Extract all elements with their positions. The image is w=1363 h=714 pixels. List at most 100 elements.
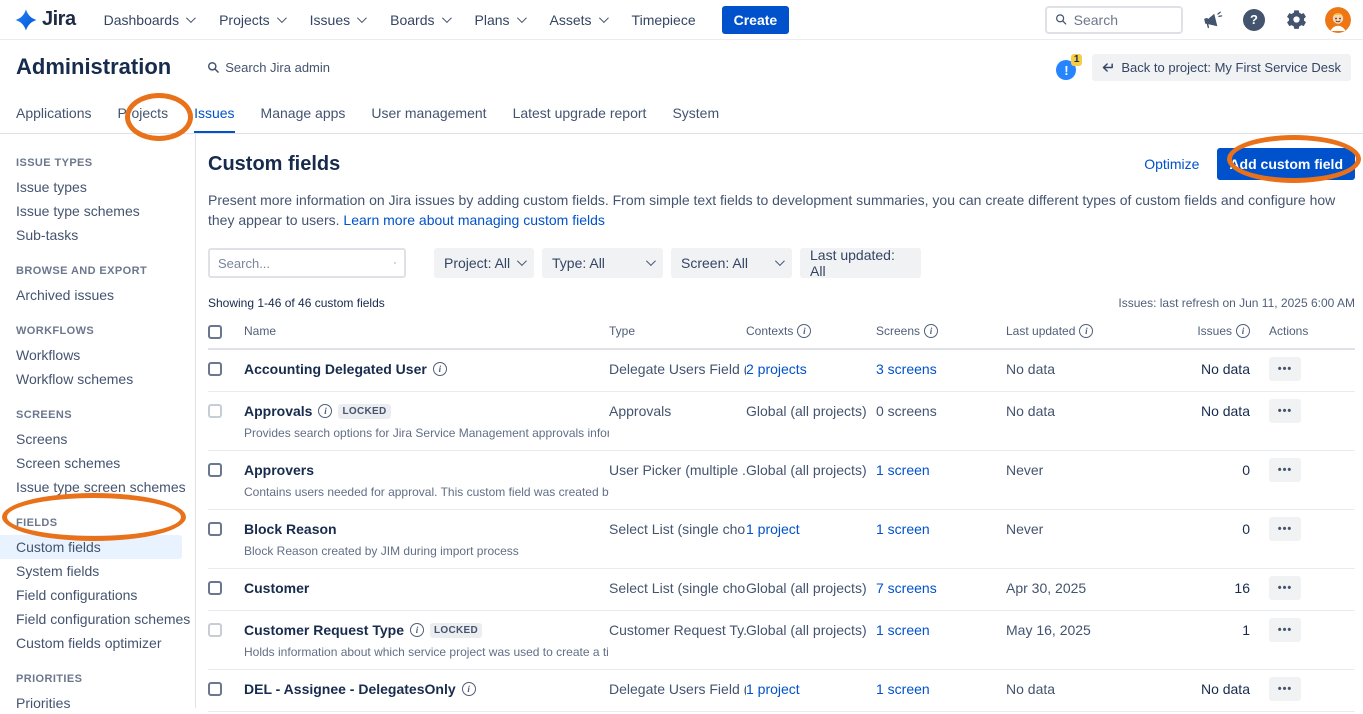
chevron-down-icon — [775, 256, 785, 266]
row-actions-button[interactable]: ••• — [1269, 399, 1301, 423]
filter-dropdown-type[interactable]: Type: All — [542, 248, 663, 278]
row-actions-button[interactable]: ••• — [1269, 618, 1301, 642]
sidebar-item-screens[interactable]: Screens — [0, 427, 195, 451]
topnav-item-dashboards[interactable]: Dashboards — [104, 12, 194, 28]
tab-issues[interactable]: Issues — [194, 105, 234, 133]
table-search[interactable] — [208, 248, 406, 278]
tab-manage-apps[interactable]: Manage apps — [261, 105, 346, 133]
info-icon[interactable]: i — [410, 623, 424, 637]
tab-latest-upgrade-report[interactable]: Latest upgrade report — [513, 105, 647, 133]
row-name-line: Customer Request TypeiLOCKED — [244, 622, 609, 638]
topnav-item-assets[interactable]: Assets — [550, 12, 606, 28]
topnav-item-projects[interactable]: Projects — [219, 12, 284, 28]
info-icon[interactable]: i — [462, 682, 476, 696]
optimize-link[interactable]: Optimize — [1144, 156, 1199, 172]
row-screens-cell[interactable]: 1 screen — [876, 462, 1006, 478]
column-header-last-updated[interactable]: Last updated — [1006, 324, 1075, 338]
sidebar-item-archived-issues[interactable]: Archived issues — [0, 283, 195, 307]
row-actions-button[interactable]: ••• — [1269, 357, 1301, 381]
table-search-input[interactable] — [218, 256, 394, 271]
row-checkbox[interactable] — [208, 463, 222, 477]
topnav-item-issues[interactable]: Issues — [310, 12, 364, 28]
row-contexts-cell[interactable]: 1 project — [746, 681, 876, 697]
custom-field-name[interactable]: Block Reason — [244, 521, 337, 537]
global-search-input[interactable] — [1074, 12, 1173, 28]
info-icon[interactable]: i — [924, 324, 938, 338]
sidebar-section-priorities: PRIORITIESPrioritiesPriority schemes — [16, 670, 195, 714]
sidebar-item-workflows[interactable]: Workflows — [0, 343, 195, 367]
filter-dropdown-last-updated[interactable]: Last updated: All — [800, 248, 921, 278]
admin-search[interactable]: Search Jira admin — [207, 60, 330, 75]
search-icon — [394, 255, 396, 271]
notification-icon[interactable]: ! 1 — [1056, 54, 1082, 80]
row-screens-cell[interactable]: 7 screens — [876, 580, 1006, 596]
sidebar-item-screen-schemes[interactable]: Screen schemes — [0, 451, 195, 475]
sidebar-item-issue-type-screen-schemes[interactable]: Issue type screen schemes — [0, 475, 195, 499]
topnav-item-label: Plans — [475, 12, 510, 28]
filter-dropdown-value: Project: All — [444, 255, 510, 271]
megaphone-icon[interactable] — [1199, 7, 1225, 33]
tab-applications[interactable]: Applications — [16, 105, 92, 133]
row-screens-cell[interactable]: 1 screen — [876, 681, 1006, 697]
topnav-item-plans[interactable]: Plans — [475, 12, 524, 28]
topnav-item-label: Projects — [219, 12, 270, 28]
sidebar-item-sub-tasks[interactable]: Sub-tasks — [0, 223, 195, 247]
sidebar-item-field-configurations[interactable]: Field configurations — [0, 583, 195, 607]
avatar[interactable] — [1325, 7, 1351, 33]
row-checkbox[interactable] — [208, 522, 222, 536]
row-checkbox[interactable] — [208, 581, 222, 595]
learn-more-link[interactable]: Learn more about managing custom fields — [343, 212, 604, 228]
topnav-item-boards[interactable]: Boards — [390, 12, 448, 28]
info-icon[interactable]: i — [318, 404, 332, 418]
column-header-screens[interactable]: Screens — [876, 324, 920, 338]
sidebar-item-custom-fields-optimizer[interactable]: Custom fields optimizer — [0, 631, 195, 655]
row-screens-cell[interactable]: 3 screens — [876, 361, 1006, 377]
custom-field-name[interactable]: Approvers — [244, 462, 314, 478]
help-icon[interactable]: ? — [1241, 7, 1267, 33]
filter-dropdown-screen[interactable]: Screen: All — [671, 248, 792, 278]
column-header-type[interactable]: Type — [609, 324, 635, 338]
custom-field-name[interactable]: Accounting Delegated User — [244, 361, 427, 377]
info-icon[interactable]: i — [1236, 324, 1250, 338]
sidebar-item-custom-fields[interactable]: Custom fields — [0, 535, 182, 559]
custom-field-name[interactable]: Customer — [244, 580, 309, 596]
info-icon[interactable]: i — [1079, 324, 1093, 338]
select-all-checkbox[interactable] — [208, 325, 222, 339]
sidebar-item-priorities[interactable]: Priorities — [0, 691, 195, 714]
row-screens-cell[interactable]: 1 screen — [876, 521, 1006, 537]
row-actions-button[interactable]: ••• — [1269, 458, 1301, 482]
filter-dropdown-project[interactable]: Project: All — [434, 248, 534, 278]
tab-system[interactable]: System — [672, 105, 719, 133]
column-header-contexts[interactable]: Contexts — [746, 324, 793, 338]
back-to-project-button[interactable]: Back to project: My First Service Desk — [1092, 54, 1351, 81]
info-icon[interactable]: i — [797, 324, 811, 338]
custom-field-name[interactable]: Customer Request Type — [244, 622, 404, 638]
sidebar-item-issue-types[interactable]: Issue types — [0, 175, 195, 199]
global-search[interactable] — [1045, 6, 1183, 34]
settings-icon[interactable] — [1283, 7, 1309, 33]
sidebar-item-field-configuration-schemes[interactable]: Field configuration schemes — [0, 607, 195, 631]
row-actions-button[interactable]: ••• — [1269, 576, 1301, 600]
row-contexts-cell[interactable]: 1 project — [746, 521, 876, 537]
row-contexts-cell[interactable]: 2 projects — [746, 361, 876, 377]
topnav-item-timepiece[interactable]: Timepiece — [632, 12, 696, 28]
custom-field-name[interactable]: Approvals — [244, 403, 312, 419]
create-button[interactable]: Create — [722, 6, 790, 34]
row-screens-cell[interactable]: 1 screen — [876, 622, 1006, 638]
column-header-issues[interactable]: Issues — [1197, 324, 1232, 338]
row-checkbox[interactable] — [208, 682, 222, 696]
row-actions-button[interactable]: ••• — [1269, 517, 1301, 541]
sidebar-item-system-fields[interactable]: System fields — [0, 559, 195, 583]
column-header-name[interactable]: Name — [244, 324, 276, 338]
jira-logo[interactable]: Jira — [14, 8, 76, 32]
topnav-menu: Dashboards Projects Issues Boards Plans Asset… — [104, 12, 696, 28]
sidebar-item-workflow-schemes[interactable]: Workflow schemes — [0, 367, 195, 391]
row-actions-button[interactable]: ••• — [1269, 677, 1301, 701]
tab-user-management[interactable]: User management — [371, 105, 486, 133]
info-icon[interactable]: i — [433, 362, 447, 376]
custom-field-name[interactable]: DEL - Assignee - DelegatesOnly — [244, 681, 456, 697]
tab-projects[interactable]: Projects — [118, 105, 169, 133]
row-checkbox[interactable] — [208, 362, 222, 376]
add-custom-field-button[interactable]: Add custom field — [1217, 148, 1355, 180]
sidebar-item-issue-type-schemes[interactable]: Issue type schemes — [0, 199, 195, 223]
